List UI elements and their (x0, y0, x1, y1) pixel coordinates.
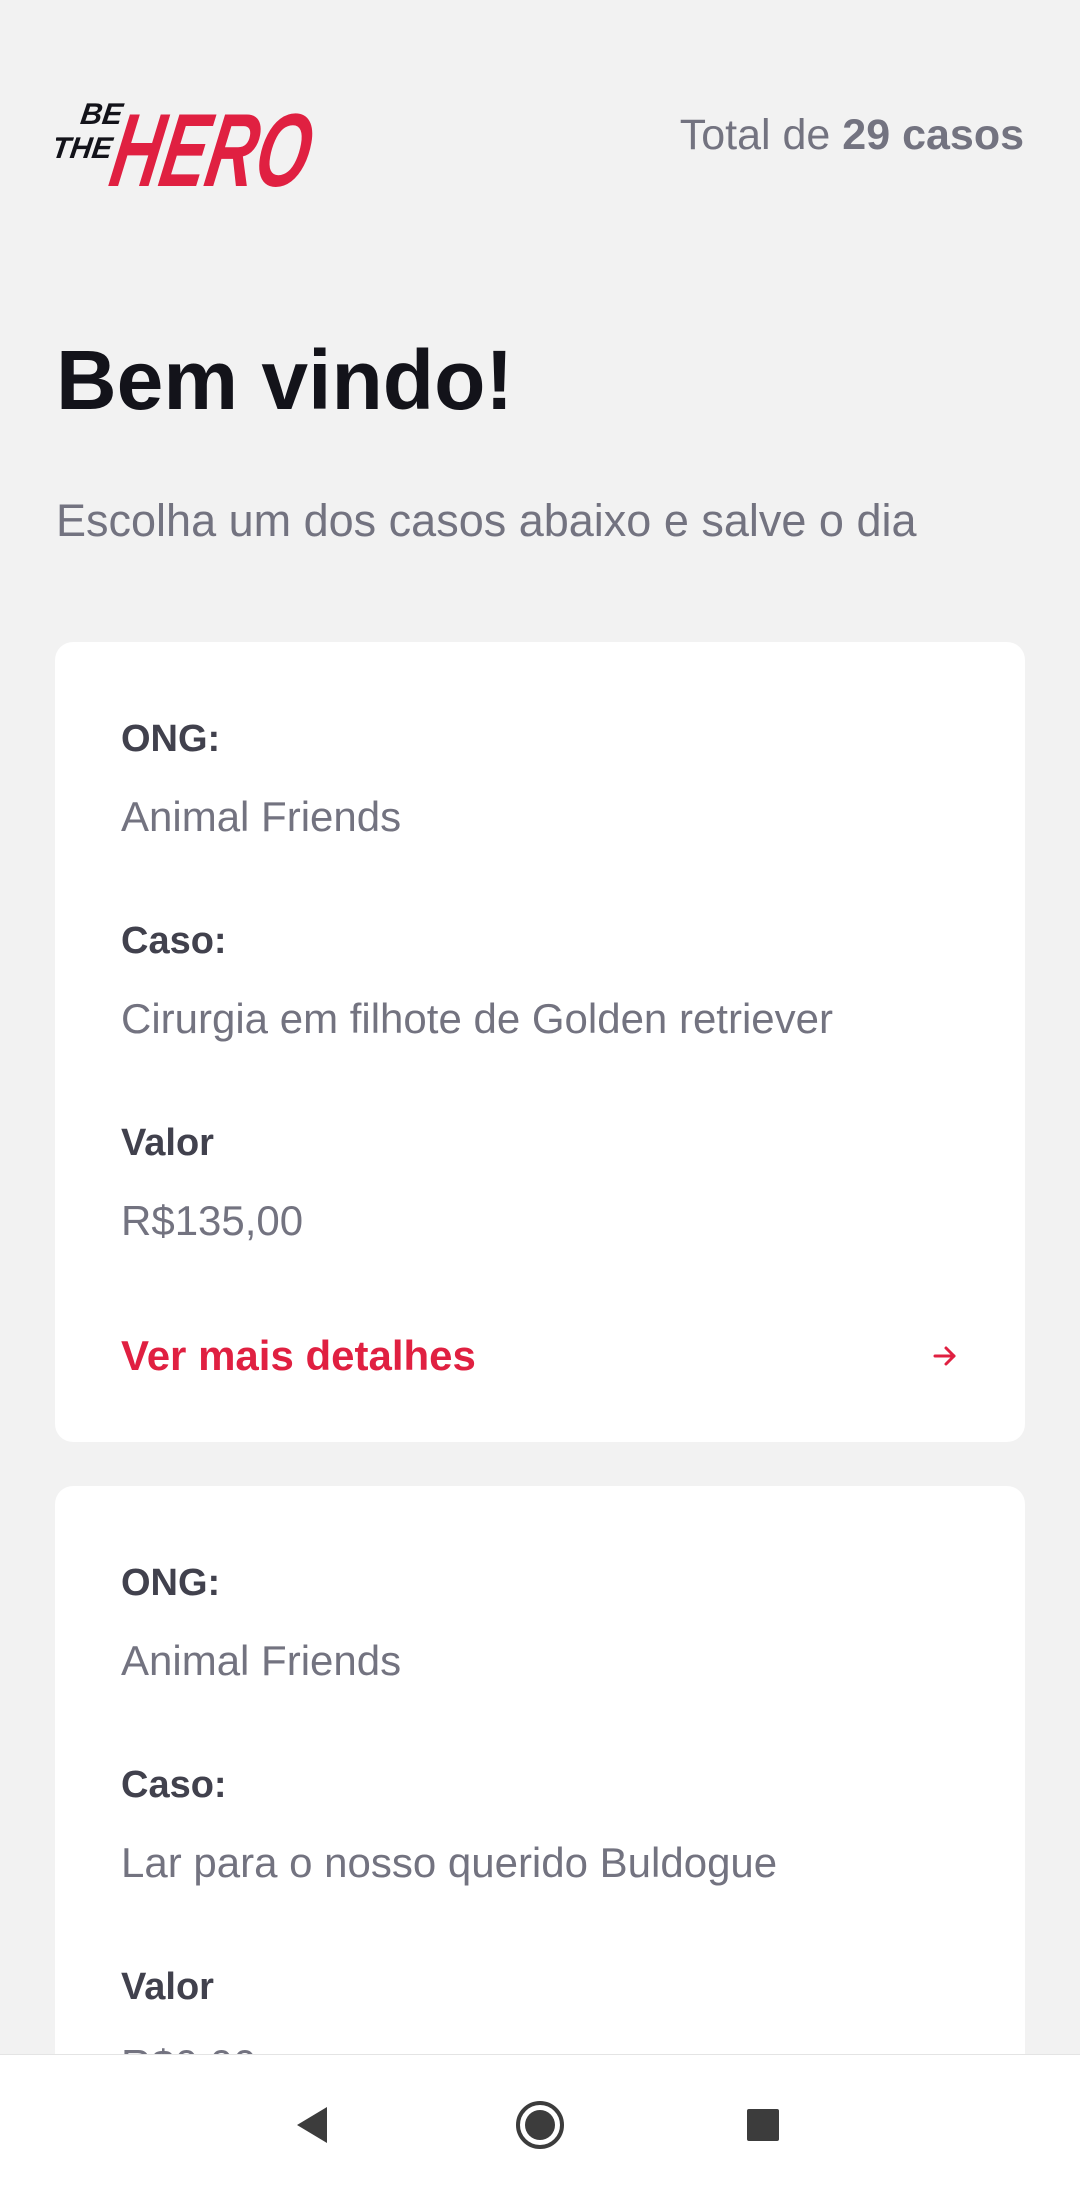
back-button[interactable] (282, 2095, 342, 2155)
app-screen: BE THE HERO Total de 29 casos Bem vindo!… (0, 0, 1080, 2054)
recents-button[interactable] (733, 2095, 793, 2155)
home-circle-icon (516, 2101, 564, 2149)
details-button[interactable]: Ver mais detalhes (121, 1326, 959, 1386)
case-label: Caso: (121, 920, 227, 962)
details-label: Ver mais detalhes (121, 1332, 476, 1379)
logo-the: THE (56, 132, 115, 165)
page-subtitle: Escolha um dos casos abaixo e salve o di… (56, 495, 917, 546)
recents-square-icon (747, 2109, 779, 2141)
be-the-hero-logo: BE THE HERO (56, 93, 320, 194)
total-prefix: Total de (679, 111, 843, 159)
ong-label: ONG: (121, 1562, 221, 1604)
case-value: Lar para o nosso querido Buldogue (121, 1839, 778, 1886)
value-label: Valor (121, 1122, 214, 1164)
system-navigation-bar (0, 2054, 1080, 2185)
ong-value: Animal Friends (121, 1637, 402, 1684)
back-triangle-icon (297, 2107, 327, 2143)
case-label: Caso: (121, 1764, 227, 1806)
case-card: ONG: Animal Friends Caso: Lar para o nos… (55, 1486, 1025, 2054)
total-count: 29 casos (842, 111, 1024, 159)
value-amount: R$0,00 (121, 2044, 256, 2055)
home-button[interactable] (510, 2095, 570, 2155)
ong-label: ONG: (121, 718, 221, 760)
ong-value: Animal Friends (121, 793, 402, 840)
total-cases: Total de 29 casos (680, 114, 1024, 157)
arrow-right-icon (933, 1346, 956, 1366)
header: BE THE HERO Total de 29 casos (56, 78, 1024, 194)
case-card: ONG: Animal Friends Caso: Cirurgia em fi… (55, 642, 1025, 1442)
page-title: Bem vindo! (56, 333, 514, 427)
value-label: Valor (121, 1966, 214, 2008)
case-value: Cirurgia em filhote de Golden retriever (121, 995, 833, 1042)
logo-hero: HERO (103, 93, 320, 194)
value-amount: R$135,00 (121, 1197, 304, 1244)
